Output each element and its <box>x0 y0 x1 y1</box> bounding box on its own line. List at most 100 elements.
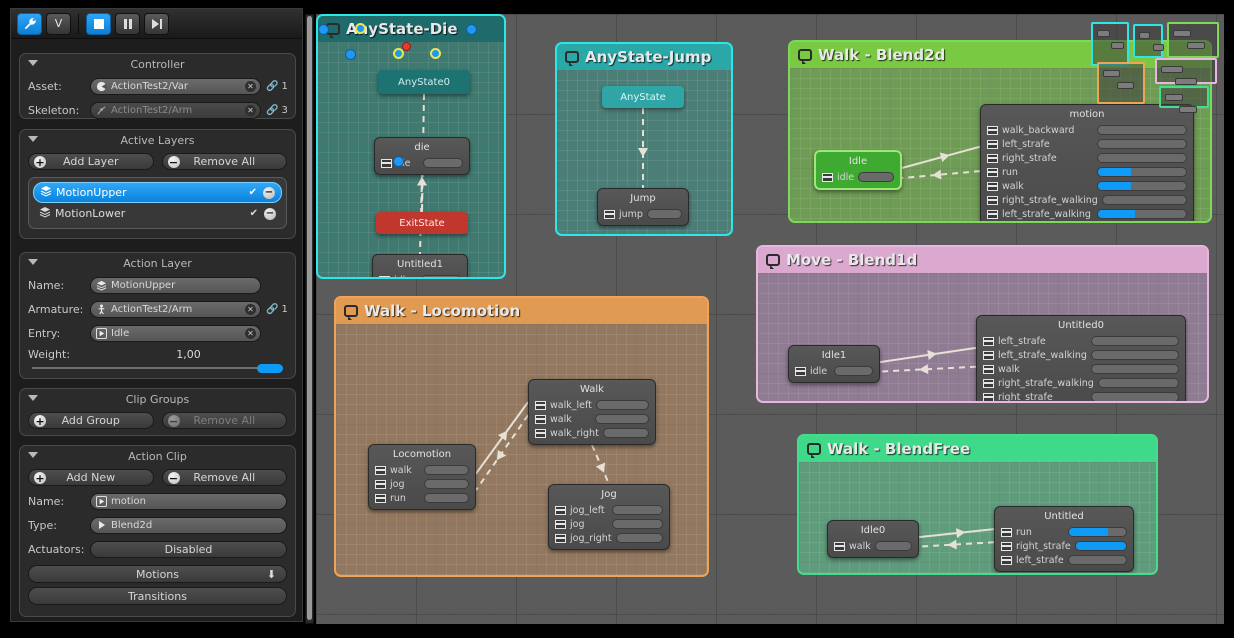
node-port-row[interactable]: idle <box>789 364 879 378</box>
graph-node[interactable]: Untitled1idle <box>372 254 468 279</box>
port-weight-bar[interactable] <box>858 172 894 182</box>
node-port-row[interactable]: die <box>375 156 469 170</box>
action-layer-header[interactable]: Action Layer <box>20 253 295 273</box>
port-weight-bar[interactable] <box>616 533 663 543</box>
port-weight-bar[interactable] <box>1097 209 1187 219</box>
port-weight-bar[interactable] <box>612 505 663 515</box>
port-weight-bar[interactable] <box>596 400 649 410</box>
layer-enabled-check[interactable]: ✔ <box>249 187 257 198</box>
minimap[interactable] <box>1089 18 1220 114</box>
vertical-scrollbar[interactable] <box>305 14 314 624</box>
node-port-row[interactable]: walk <box>529 412 655 426</box>
port-weight-bar[interactable] <box>1075 541 1127 551</box>
port-weight-bar[interactable] <box>424 465 469 475</box>
armature-field[interactable]: ActionTest2/Arm ✕ <box>90 301 261 318</box>
graph-node[interactable]: Untitled0left_strafeleft_strafe_walkingw… <box>976 315 1186 403</box>
active-layers-header[interactable]: Active Layers <box>20 130 295 150</box>
selection-handle[interactable] <box>393 48 404 59</box>
motions-button[interactable]: Motions ⬇ <box>28 565 287 583</box>
node-port-row[interactable]: jog_left <box>549 503 669 517</box>
graph-node[interactable]: Idleidle <box>814 150 902 190</box>
weight-slider[interactable] <box>32 363 283 373</box>
minimap-block[interactable] <box>1133 24 1163 58</box>
graph-frame-walk-locomotion[interactable]: Walk - Locomotion Locomotionwalkjogrun Wal… <box>334 296 709 577</box>
minimap-block[interactable] <box>1091 22 1129 66</box>
frame-header[interactable]: Move - Blend1d <box>758 247 1207 273</box>
graph-node[interactable]: diedie <box>374 137 470 175</box>
add-group-button[interactable]: + Add Group <box>28 412 154 429</box>
chevron-down-icon[interactable] <box>28 452 38 458</box>
port-weight-bar[interactable] <box>1068 555 1127 565</box>
clip-groups-header[interactable]: Clip Groups <box>20 389 295 409</box>
node-port-row[interactable]: left_strafe_walking <box>981 207 1193 221</box>
layer-item-motionupper[interactable]: MotionUpper ✔ − <box>33 182 282 203</box>
add-layer-button[interactable]: + Add Layer <box>28 153 154 170</box>
graph-node[interactable]: Walkwalk_leftwalkwalk_right <box>528 379 656 445</box>
node-port-row[interactable]: walk_backward <box>981 123 1193 137</box>
node-graph-canvas[interactable]: AnyState-DieAnyState0ExitStatediedieUnti… <box>316 14 1224 624</box>
graph-node[interactable]: Jogjog_leftjogjog_right <box>548 484 670 550</box>
port-weight-bar[interactable] <box>1091 364 1179 374</box>
node-port-row[interactable]: right_strafe <box>977 390 1185 403</box>
clip-type-dropdown[interactable]: Blend2d <box>90 517 287 534</box>
port-weight-bar[interactable] <box>647 209 682 219</box>
node-port-row[interactable]: left_strafe <box>995 553 1133 567</box>
port-weight-bar[interactable] <box>421 275 461 279</box>
minimap-block[interactable] <box>1155 58 1217 84</box>
node-port-row[interactable]: jog <box>549 517 669 531</box>
node-port-row[interactable]: idle <box>373 273 467 279</box>
frame-header[interactable]: Walk - Locomotion <box>336 298 707 324</box>
transition-edge[interactable] <box>902 147 980 168</box>
port-weight-bar[interactable] <box>834 366 873 376</box>
node-port-row[interactable]: run <box>369 491 475 505</box>
port-weight-bar[interactable] <box>1098 378 1179 388</box>
node-port-row[interactable]: jog_right <box>549 531 669 545</box>
graph-node[interactable]: Untitledrunright_strafeleft_strafe <box>994 506 1134 572</box>
port-weight-bar[interactable] <box>1091 392 1179 402</box>
minimap-block[interactable] <box>1159 86 1209 108</box>
port-weight-bar[interactable] <box>1091 336 1179 346</box>
step-forward-icon[interactable] <box>144 13 169 35</box>
graph-node[interactable]: Locomotionwalkjogrun <box>368 444 476 510</box>
port-weight-bar[interactable] <box>875 541 912 551</box>
port-weight-bar[interactable] <box>1068 527 1127 537</box>
node-port-row[interactable]: idle <box>816 170 900 184</box>
port-weight-bar[interactable] <box>1097 153 1187 163</box>
entry-clear-icon[interactable]: ✕ <box>245 328 256 339</box>
entry-field[interactable]: Idle ✕ <box>90 325 261 342</box>
clip-name-field[interactable]: motion <box>90 493 287 510</box>
asset-field[interactable]: ActionTest2/Var ✕ <box>90 78 261 95</box>
state-node[interactable]: AnyState0 <box>378 70 470 94</box>
port-weight-bar[interactable] <box>1097 125 1187 135</box>
remove-all-layers-button[interactable]: − Remove All <box>162 153 288 170</box>
graph-node[interactable]: Jumpjump <box>597 188 689 226</box>
graph-frame-anystate-jump[interactable]: AnyState-JumpAnyStateJumpjump <box>555 42 733 236</box>
layer-name-field[interactable]: MotionUpper <box>90 277 261 294</box>
minimap-block[interactable] <box>1097 62 1145 104</box>
remove-layer-icon[interactable]: − <box>264 208 276 220</box>
node-port-row[interactable]: walk <box>828 539 918 553</box>
port-weight-bar[interactable] <box>1097 167 1187 177</box>
arrow-down-icon[interactable]: ⬇ <box>267 568 276 581</box>
node-port-row[interactable]: walk <box>369 463 475 477</box>
port-weight-bar[interactable] <box>1102 195 1187 205</box>
visibility-button[interactable]: V <box>46 13 71 35</box>
port-weight-bar[interactable] <box>595 414 649 424</box>
port-weight-bar[interactable] <box>423 158 463 168</box>
layer-enabled-check[interactable]: ✔ <box>250 208 258 219</box>
port-weight-bar[interactable] <box>424 493 469 503</box>
scrollbar-thumb[interactable] <box>307 16 312 620</box>
slider-knob[interactable] <box>257 364 283 373</box>
pause-icon[interactable] <box>115 13 140 35</box>
node-port-row[interactable]: left_strafe <box>981 137 1193 151</box>
port-weight-bar[interactable] <box>1097 181 1187 191</box>
port-weight-bar[interactable] <box>612 519 663 529</box>
node-port-row[interactable]: jump <box>598 207 688 221</box>
selection-handle[interactable] <box>318 24 329 35</box>
graph-frame-move-blend1d[interactable]: Move - Blend1dIdle1idleUntitled0left_str… <box>756 245 1209 403</box>
graph-frame-walk-blendfree[interactable]: Walk - BlendFreeIdle0walkUntitledrunrigh… <box>797 434 1158 575</box>
graph-node[interactable]: motionwalk_backwardleft_straferight_stra… <box>980 104 1194 223</box>
state-node[interactable]: ExitState <box>376 212 468 234</box>
state-node[interactable]: AnyState <box>602 86 684 108</box>
skeleton-field[interactable]: ActionTest2/Arm ✕ <box>90 102 261 119</box>
